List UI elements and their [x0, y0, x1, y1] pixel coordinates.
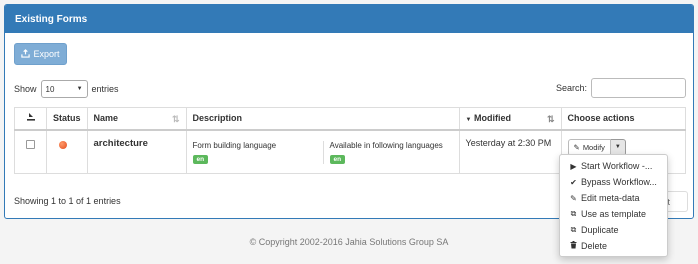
status-indicator-icon: [59, 140, 67, 149]
modified-header[interactable]: ▼ Modified ⇅: [458, 107, 562, 131]
menu-item-label: Use as template: [581, 209, 647, 219]
check-icon: ✔: [570, 177, 577, 187]
page-length-select[interactable]: 10 ▼: [40, 80, 88, 98]
panel-title: Existing Forms: [5, 5, 693, 33]
sort-desc-icon: ▼: [465, 117, 472, 124]
menu-item-start-workflow[interactable]: ▶ Start Workflow -...: [560, 158, 667, 174]
menu-item-label: Delete: [581, 241, 608, 251]
form-name[interactable]: architecture: [86, 129, 187, 174]
status-header[interactable]: Status: [46, 107, 88, 131]
form-language-block: Form building language en: [192, 140, 323, 164]
modify-button[interactable]: ✎ Modify: [567, 138, 611, 156]
chevron-down-icon: ▼: [76, 86, 83, 92]
pencil-icon: ✎: [570, 193, 577, 203]
status-cell: [46, 129, 88, 174]
actions-dropdown-menu: ▶ Start Workflow -... ✔ Bypass Workflow.…: [559, 154, 668, 257]
export-button[interactable]: Export: [14, 43, 67, 65]
sort-icon: ⇅: [171, 114, 180, 124]
modified-date: Yesterday at 2:30 PM: [458, 129, 562, 174]
menu-item-label: Start Workflow -...: [581, 161, 653, 171]
description-cell: Form building language en Available in f…: [185, 129, 460, 174]
copy-icon: ⧉: [570, 225, 577, 234]
form-language-label: Form building language: [192, 140, 277, 150]
menu-item-duplicate[interactable]: ⧉ Duplicate: [560, 222, 667, 238]
modify-button-group: ✎ Modify ▼: [567, 138, 679, 156]
menu-item-delete[interactable]: Delete: [560, 238, 667, 254]
page-length-value: 10: [45, 84, 55, 94]
select-all-icon[interactable]: [26, 113, 36, 124]
actions-header: Choose actions: [560, 107, 687, 131]
menu-item-bypass-workflow[interactable]: ✔ Bypass Workflow...: [560, 174, 667, 190]
row-select-cell: [14, 129, 47, 174]
search-input[interactable]: [591, 78, 686, 98]
description-header: Description: [185, 107, 460, 131]
copy-icon: ⧉: [570, 209, 577, 218]
menu-item-label: Bypass Workflow...: [581, 177, 657, 187]
language-badge: en: [192, 154, 209, 164]
export-icon: [21, 48, 31, 60]
table-info: Showing 1 to 1 of 1 entries: [14, 196, 121, 206]
search-control: Search:: [556, 78, 686, 98]
available-languages-label: Available in following languages: [329, 140, 443, 150]
page-length-control: Show 10 ▼ entries: [14, 80, 119, 98]
menu-item-label: Duplicate: [581, 225, 619, 235]
available-languages-block: Available in following languages en: [322, 140, 453, 164]
name-header[interactable]: Name ⇅: [86, 107, 187, 131]
pencil-icon: ✎: [573, 142, 580, 152]
export-label: Export: [33, 49, 60, 59]
language-badge: en: [329, 154, 346, 164]
play-icon: ▶: [570, 161, 577, 171]
menu-item-label: Edit meta-data: [581, 193, 640, 203]
row-checkbox[interactable]: [26, 139, 35, 149]
table-header-row: Status Name ⇅ Description ▼ Modified ⇅ C…: [14, 107, 687, 131]
menu-item-edit-metadata[interactable]: ✎ Edit meta-data: [560, 190, 667, 206]
select-all-header[interactable]: [14, 107, 47, 131]
sort-active-icon: ⇅: [546, 114, 555, 124]
modified-header-label: Modified: [473, 113, 511, 124]
show-label: Show: [14, 84, 37, 94]
trash-icon: [569, 241, 578, 251]
entries-label: entries: [91, 84, 119, 94]
chevron-down-icon: ▼: [614, 144, 621, 150]
menu-item-use-as-template[interactable]: ⧉ Use as template: [560, 206, 667, 222]
actions-dropdown-toggle[interactable]: ▼: [610, 138, 626, 156]
search-label: Search:: [555, 83, 587, 93]
modify-label: Modify: [582, 142, 605, 152]
name-header-label: Name: [93, 113, 119, 124]
